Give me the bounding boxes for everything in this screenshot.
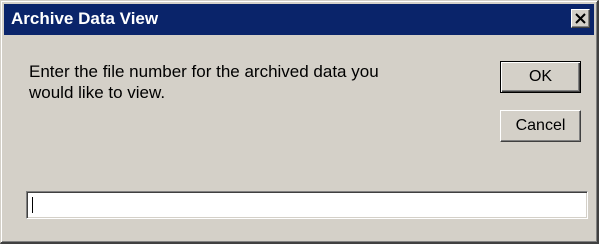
prompt-line-1: Enter the file number for the archived d… [29, 62, 379, 81]
text-caret [32, 197, 33, 213]
archive-data-view-dialog: Archive Data View Enter the file number … [0, 0, 599, 244]
prompt-line-2: would like to view. [29, 83, 166, 102]
title-bar[interactable]: Archive Data View [4, 4, 594, 35]
file-number-input[interactable] [26, 191, 588, 219]
prompt-text: Enter the file number for the archived d… [29, 61, 449, 103]
cancel-button[interactable]: Cancel [500, 110, 581, 142]
close-button[interactable] [571, 9, 590, 28]
close-x-icon [575, 13, 586, 24]
ok-button[interactable]: OK [500, 61, 581, 93]
window-title: Archive Data View [11, 9, 159, 28]
